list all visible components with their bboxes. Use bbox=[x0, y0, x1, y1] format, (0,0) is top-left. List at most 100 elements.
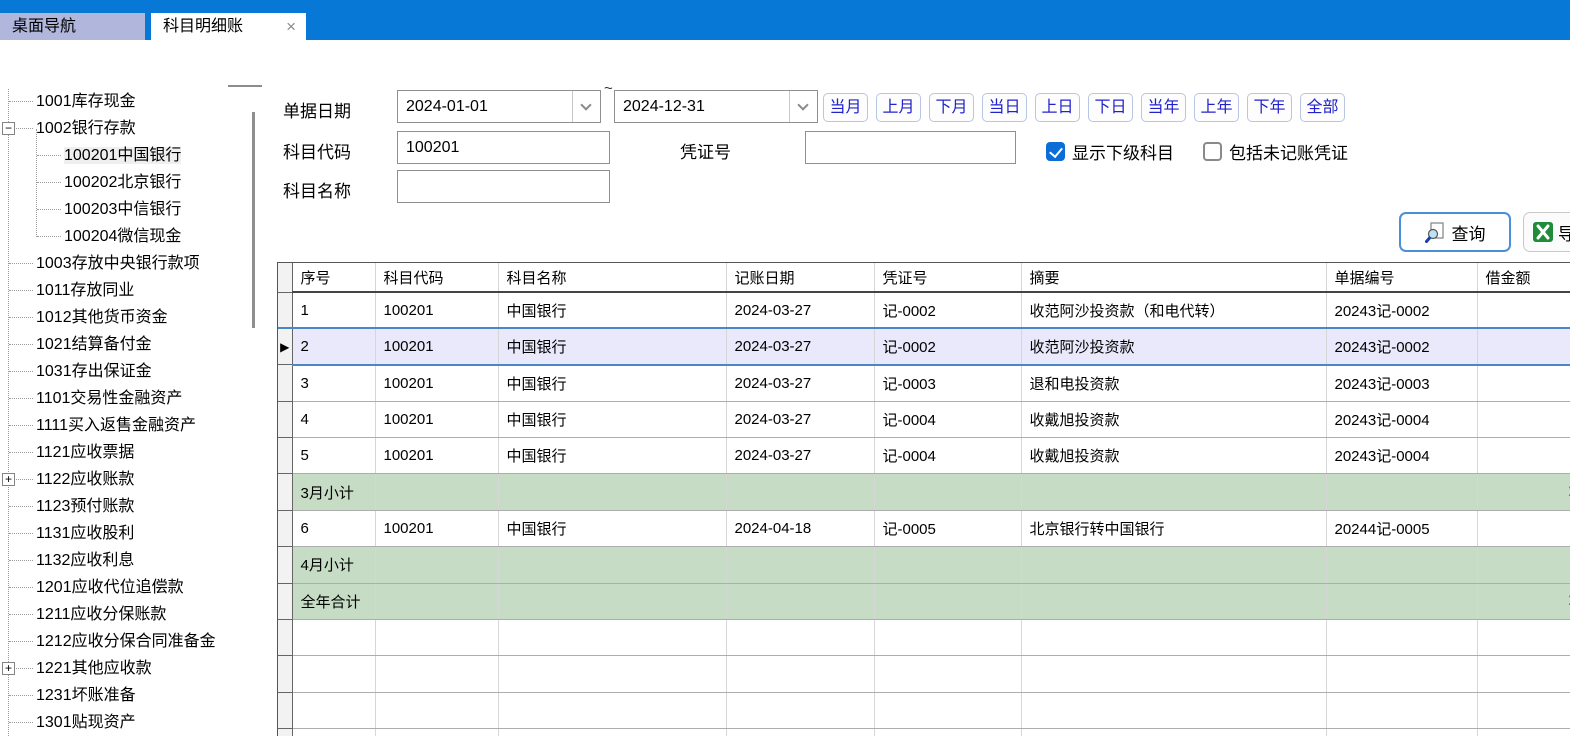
quick-date-button[interactable]: 当日 bbox=[982, 93, 1027, 122]
tree-item-1131[interactable]: 1131应收股利 bbox=[0, 520, 246, 547]
table-row[interactable]: 5100201中国银行2024-03-27记-0004收戴旭投资款20243记-… bbox=[278, 438, 1570, 474]
table-cell: 20243记-0004 bbox=[1326, 401, 1477, 437]
column-header[interactable]: 记账日期 bbox=[726, 263, 874, 292]
row-header-cell[interactable] bbox=[278, 692, 292, 728]
query-button[interactable]: 查询 bbox=[1399, 212, 1511, 252]
query-button-label: 查询 bbox=[1452, 220, 1486, 245]
row-header-cell[interactable] bbox=[278, 292, 292, 328]
subtotal-row[interactable]: 3月小计1 bbox=[278, 474, 1570, 510]
table-cell: 记-0002 bbox=[874, 292, 1021, 328]
tree-item-1021[interactable]: 1021结算备付金 bbox=[0, 331, 246, 358]
tree-item-1132[interactable]: 1132应收利息 bbox=[0, 547, 246, 574]
quick-date-button[interactable]: 当月 bbox=[823, 93, 868, 122]
quick-date-button[interactable]: 全部 bbox=[1300, 93, 1345, 122]
tree-item-label: 1131应收股利 bbox=[36, 525, 134, 542]
tree-scrollbar[interactable] bbox=[252, 112, 255, 328]
column-header[interactable]: 借金额 bbox=[1477, 263, 1570, 292]
quick-date-button[interactable]: 下月 bbox=[929, 93, 974, 122]
row-header-cell[interactable] bbox=[278, 365, 292, 401]
row-header-cell[interactable] bbox=[278, 510, 292, 546]
table-row[interactable] bbox=[278, 692, 1570, 728]
column-header[interactable]: 摘要 bbox=[1021, 263, 1326, 292]
column-header[interactable]: 科目代码 bbox=[375, 263, 498, 292]
checkbox-checked-icon[interactable] bbox=[1046, 142, 1065, 161]
tree-item-1003[interactable]: 1003存放中央银行款项 bbox=[0, 250, 246, 277]
tree-item-1101[interactable]: 1101交易性金融资产 bbox=[0, 385, 246, 412]
table-row[interactable]: 1100201中国银行2024-03-27记-0002收范阿沙投资款（和电代转）… bbox=[278, 292, 1570, 328]
subtotal-row[interactable]: 全年合计1 bbox=[278, 583, 1570, 619]
row-header-cell[interactable] bbox=[278, 438, 292, 474]
date-to-value: 2024-12-31 bbox=[623, 91, 705, 122]
row-header-cell[interactable] bbox=[278, 729, 292, 736]
voucher-no-input[interactable] bbox=[805, 131, 1016, 164]
quick-date-button[interactable]: 上月 bbox=[876, 93, 921, 122]
date-to-combobox[interactable]: 2024-12-31 bbox=[614, 90, 818, 123]
checkbox-unchecked-icon[interactable] bbox=[1203, 142, 1222, 161]
quick-date-button[interactable]: 当年 bbox=[1141, 93, 1186, 122]
row-header-cell[interactable] bbox=[278, 620, 292, 656]
table-cell bbox=[1477, 292, 1570, 328]
tree-item-1121[interactable]: 1121应收票据 bbox=[0, 439, 246, 466]
quick-date-button[interactable]: 上年 bbox=[1194, 93, 1239, 122]
collapse-icon[interactable]: − bbox=[2, 122, 15, 135]
tree-item-1231[interactable]: 1231坏账准备 bbox=[0, 682, 246, 709]
tree-item-1122[interactable]: +1122应收账款 bbox=[0, 466, 246, 493]
tree-item-100202[interactable]: 100202北京银行 bbox=[0, 169, 246, 196]
close-icon[interactable]: × bbox=[286, 13, 296, 40]
tree-item-1201[interactable]: 1201应收代位追偿款 bbox=[0, 574, 246, 601]
date-from-combobox[interactable]: 2024-01-01 bbox=[397, 90, 601, 123]
row-header-cell[interactable] bbox=[278, 583, 292, 619]
row-header-cell[interactable] bbox=[278, 656, 292, 692]
tree-item-1111[interactable]: 1111买入返售金融资产 bbox=[0, 412, 246, 439]
tree-item-1123[interactable]: 1123预付账款 bbox=[0, 493, 246, 520]
export-excel-button[interactable]: 导出 bbox=[1523, 212, 1570, 252]
tree-item-100203[interactable]: 100203中信银行 bbox=[0, 196, 246, 223]
table-row[interactable]: ▶2100201中国银行2024-03-27记-0002收范阿沙投资款20243… bbox=[278, 328, 1570, 364]
expand-icon[interactable]: + bbox=[2, 473, 15, 486]
table-row[interactable] bbox=[278, 729, 1570, 736]
tree-item-label: 1101交易性金融资产 bbox=[36, 390, 182, 407]
tree-item-1011[interactable]: 1011存放同业 bbox=[0, 277, 246, 304]
show-sub-accounts-option[interactable]: 显示下级科目 bbox=[1046, 139, 1174, 164]
tree-item-1212[interactable]: 1212应收分保合同准备金 bbox=[0, 628, 246, 655]
row-header-cell[interactable] bbox=[278, 474, 292, 510]
chevron-down-icon[interactable] bbox=[572, 91, 600, 122]
tree-item-1001[interactable]: 1001库存现金 bbox=[0, 88, 246, 115]
table-row[interactable]: 6100201中国银行2024-04-18记-0005北京银行转中国银行2024… bbox=[278, 510, 1570, 546]
column-header[interactable]: 单据编号 bbox=[1326, 263, 1477, 292]
table-row[interactable] bbox=[278, 620, 1570, 656]
row-header-cell[interactable]: ▶ bbox=[278, 328, 292, 364]
row-header-cell[interactable] bbox=[278, 401, 292, 437]
quick-date-button[interactable]: 上日 bbox=[1035, 93, 1080, 122]
table-row[interactable] bbox=[278, 656, 1570, 692]
quick-date-button[interactable]: 下日 bbox=[1088, 93, 1133, 122]
tree-item-100204[interactable]: 100204微信现金 bbox=[0, 223, 246, 250]
table-cell bbox=[375, 474, 498, 510]
row-header-corner bbox=[278, 263, 292, 292]
tree-item-label: 1011存放同业 bbox=[36, 282, 134, 299]
tree-item-1031[interactable]: 1031存出保证金 bbox=[0, 358, 246, 385]
tree-item-1221[interactable]: +1221其他应收款 bbox=[0, 655, 246, 682]
tree-item-1211[interactable]: 1211应收分保账款 bbox=[0, 601, 246, 628]
table-cell bbox=[874, 620, 1021, 656]
quick-date-button[interactable]: 下年 bbox=[1247, 93, 1292, 122]
table-row[interactable]: 4100201中国银行2024-03-27记-0004收戴旭投资款20243记-… bbox=[278, 401, 1570, 437]
quick-date-buttons: 当月上月下月当日上日下日当年上年下年全部 bbox=[823, 93, 1345, 122]
include-unposted-option[interactable]: 包括未记账凭证 bbox=[1203, 139, 1348, 164]
tree-item-1301[interactable]: 1301贴现资产 bbox=[0, 709, 246, 736]
chevron-down-icon[interactable] bbox=[789, 91, 817, 122]
subtotal-row[interactable]: 4月小计 bbox=[278, 547, 1570, 583]
row-header-cell[interactable] bbox=[278, 547, 292, 583]
column-header[interactable]: 科目名称 bbox=[498, 263, 726, 292]
tree-item-1012[interactable]: 1012其他货币资金 bbox=[0, 304, 246, 331]
date-range-separator: ~ bbox=[604, 80, 613, 97]
column-header[interactable]: 凭证号 bbox=[874, 263, 1021, 292]
tab-desktop-nav[interactable]: 桌面导航 bbox=[0, 13, 145, 40]
tree-item-100201[interactable]: 100201中国银行 bbox=[0, 142, 246, 169]
expand-icon[interactable]: + bbox=[2, 662, 15, 675]
table-row[interactable]: 3100201中国银行2024-03-27记-0003退和电投资款20243记-… bbox=[278, 365, 1570, 401]
subject-name-input[interactable] bbox=[397, 170, 610, 203]
tab-subject-ledger[interactable]: 科目明细账 × bbox=[151, 13, 306, 40]
column-header[interactable]: 序号 bbox=[292, 263, 375, 292]
subject-code-input[interactable]: 100201 bbox=[397, 131, 610, 164]
